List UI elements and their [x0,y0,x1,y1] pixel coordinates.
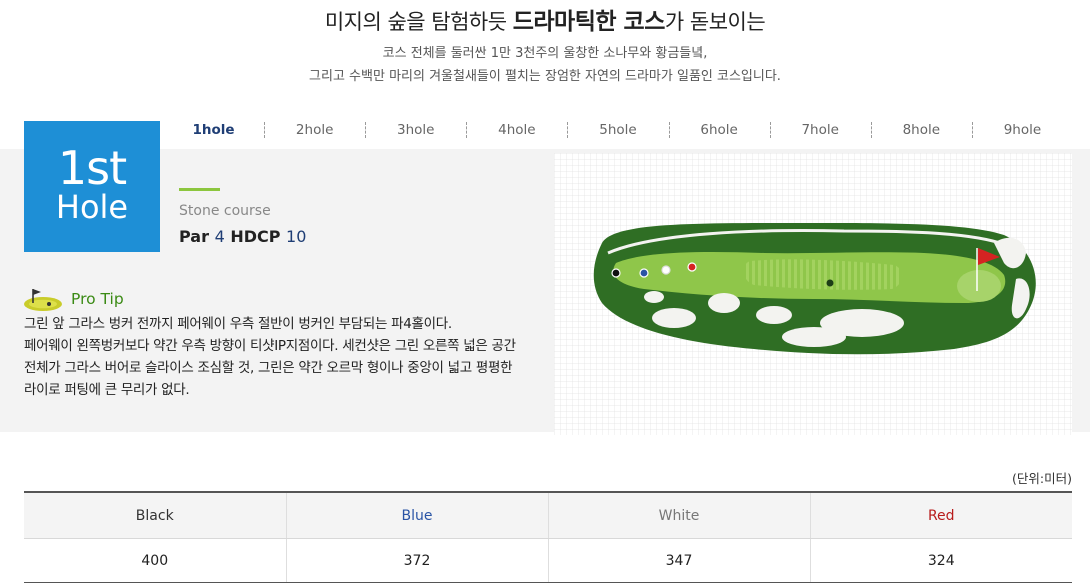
hole-layout-map [554,153,1072,435]
header-blue: Blue [285,491,548,539]
headline-post: 가 돋보이는 [664,10,766,34]
headline-bold: 드라마틱한 코스 [512,9,666,35]
value-black: 400 [24,538,286,583]
pro-tip-line-3: 전체가 그라스 버어로 슬라이스 조심할 것, 그린은 약간 오르막 형이나 중… [24,360,513,376]
hole-badge: 1st Hole [24,121,160,252]
par-value: 4 [214,227,225,246]
pro-tip-line-1: 그린 앞 그라스 벙커 전까지 페어웨이 우측 절반이 벙커인 부담되는 파4홀… [24,316,452,332]
bunker-large-2 [756,306,792,324]
value-red: 324 [809,538,1072,583]
tab-6hole[interactable]: 6hole [668,118,770,142]
hole-tabs: 1hole 2hole 3hole 4hole 5hole 6hole 7hol… [163,118,1073,142]
pro-tip-line-4: 라이로 퍼팅에 큰 무리가 없다. [24,382,190,398]
tee-blue [639,268,649,278]
tab-1hole[interactable]: 1hole [163,118,264,142]
yardage-table: Black Blue White Red 400 372 347 324 [24,491,1072,583]
tee-black [611,268,621,278]
tab-4hole[interactable]: 4hole [466,118,567,142]
ip-marker [826,279,834,287]
page-headline: 미지의 숲을 탐험하듯 드라마틱한 코스가 돋보이는 [0,2,1090,36]
course-description-line-1: 코스 전체를 둘러싼 1만 3천주의 울창한 소나무와 황금들녘, [382,46,708,61]
unit-label: (단위:미터) [1012,471,1072,486]
header-red: Red [809,491,1072,539]
fairway-stripe [743,259,903,290]
golf-flag-icon [24,289,62,311]
yardage-value-row: 400 372 347 324 [24,538,1072,583]
value-blue: 372 [285,538,548,583]
bunker-large-5 [782,327,846,347]
hole-badge-word: Hole [55,188,129,226]
bunker-left [644,291,664,303]
tee-white [661,265,671,275]
tab-9hole[interactable]: 9hole [971,118,1073,142]
tab-7hole[interactable]: 7hole [769,118,871,142]
bunker-large-3 [708,293,740,313]
accent-divider [179,188,220,191]
value-white: 347 [547,538,810,583]
pro-tip-line-2: 페어웨이 왼쪽벙커보다 약간 우측 방향이 티샷IP지점이다. 세컨샷은 그린 … [24,338,516,354]
hdcp-label: HDCP [230,227,281,246]
tab-2hole[interactable]: 2hole [264,118,365,142]
bunker-large-4 [652,308,696,328]
course-name: Stone course [179,203,271,219]
tab-3hole[interactable]: 3hole [365,118,466,142]
header-black: Black [24,491,286,539]
pro-tip-text: 그린 앞 그라스 벙커 전까지 페어웨이 우측 절반이 벙커인 부담되는 파4홀… [24,313,548,401]
hdcp-value: 10 [286,227,307,246]
yardage-header-row: Black Blue White Red [24,491,1072,539]
tab-5hole[interactable]: 5hole [567,118,668,142]
header-white: White [547,491,810,539]
green [957,270,1001,302]
hole-badge-number: 1st [57,141,127,195]
tab-8hole[interactable]: 8hole [870,118,972,142]
headline-pre: 미지의 숲을 탐험하듯 [324,10,513,34]
course-description-line-2: 그리고 수백만 마리의 겨울철새들이 펼치는 장엄한 자연의 드라마가 일품인 … [309,69,781,84]
par-label: Par [179,227,209,246]
pro-tip-title: Pro Tip [71,290,124,308]
par-hdcp-line: Par 4 HDCP 10 [179,227,306,246]
tee-red [687,262,697,272]
